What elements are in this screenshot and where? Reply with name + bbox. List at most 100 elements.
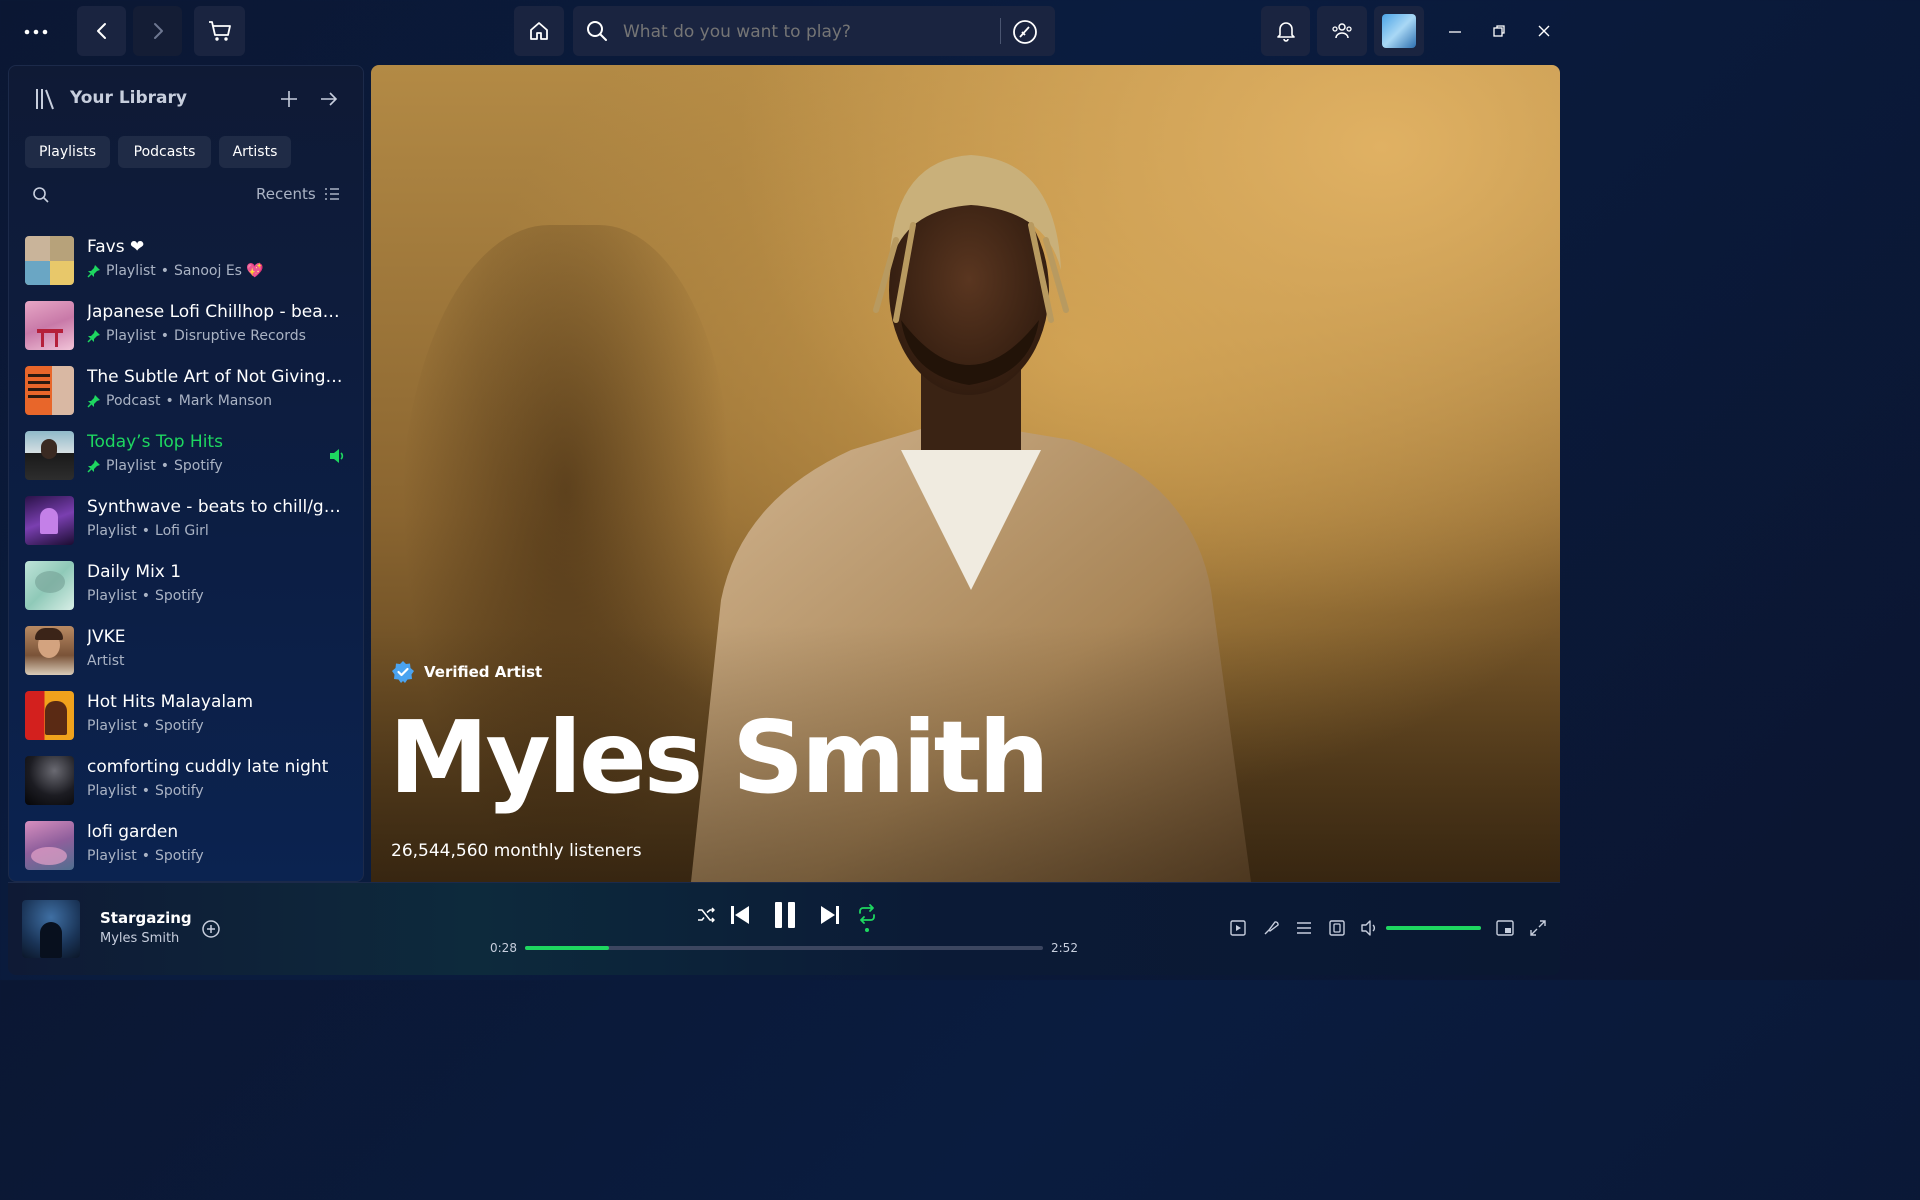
cover-image <box>25 496 74 545</box>
add-to-library-icon[interactable] <box>201 919 221 939</box>
track-title[interactable]: Stargazing <box>100 909 192 927</box>
notifications-button[interactable] <box>1261 6 1310 56</box>
item-subtitle: Playlist • Spotify <box>87 458 223 474</box>
search-icon[interactable] <box>32 186 50 204</box>
verified-icon <box>392 661 414 683</box>
pin-icon <box>87 395 100 408</box>
filter-chip-podcasts[interactable]: Podcasts <box>118 136 211 168</box>
list-item[interactable]: Hot Hits Malayalam Playlist • Spotify <box>25 690 355 742</box>
track-artist[interactable]: Myles Smith <box>100 931 179 946</box>
browse-icon[interactable] <box>1012 19 1038 45</box>
verified-badge: Verified Artist <box>391 660 542 684</box>
pause-button[interactable] <box>770 899 800 931</box>
item-type: Playlist <box>87 588 137 604</box>
pause-icon <box>775 902 795 928</box>
list-item[interactable]: Today’s Top Hits Playlist • Spotify <box>25 430 355 482</box>
now-playing-cover[interactable] <box>22 900 80 958</box>
minimize-icon[interactable] <box>1447 24 1463 40</box>
list-item[interactable]: The Subtle Art of Not Giving a… Podcast •… <box>25 365 355 417</box>
sort-label: Recents <box>256 185 316 203</box>
previous-icon[interactable] <box>728 903 752 927</box>
sort-control[interactable]: Recents <box>256 185 340 203</box>
item-subtitle: Playlist • Spotify <box>87 783 204 799</box>
item-owner: Spotify <box>155 848 204 864</box>
item-type: Playlist <box>106 328 156 344</box>
filter-chip-artists[interactable]: Artists <box>219 136 291 168</box>
list-item[interactable]: comforting cuddly late night Playlist • S… <box>25 755 355 807</box>
arrow-right-icon[interactable] <box>319 89 339 109</box>
item-title: The Subtle Art of Not Giving a… <box>87 367 345 387</box>
cart-icon <box>208 21 231 41</box>
cover-image <box>25 431 74 480</box>
list-item[interactable]: Japanese Lofi Chillhop - bea… Playlist • … <box>25 300 355 352</box>
item-subtitle: Playlist • Lofi Girl <box>87 523 209 539</box>
item-type: Artist <box>87 653 125 669</box>
pin-icon <box>87 460 100 473</box>
filter-chip-playlists[interactable]: Playlists <box>25 136 110 168</box>
fullscreen-icon[interactable] <box>1529 919 1547 937</box>
list-item[interactable]: Daily Mix 1 Playlist • Spotify <box>25 560 355 612</box>
item-subtitle: Artist <box>87 653 125 669</box>
library-icon[interactable] <box>33 86 59 112</box>
item-owner: Lofi Girl <box>155 523 209 539</box>
miniplayer-icon[interactable] <box>1496 919 1514 937</box>
artist-image <box>25 626 74 675</box>
item-subtitle: Podcast • Mark Manson <box>87 393 272 409</box>
monthly-listeners: 26,544,560 monthly listeners <box>391 841 642 861</box>
cover-image <box>25 236 74 285</box>
list-icon <box>324 188 339 200</box>
item-owner: Disruptive Records <box>174 328 306 344</box>
item-subtitle: Playlist • Sanooj Es 💖 <box>87 263 264 279</box>
home-icon <box>530 22 548 40</box>
shuffle-icon[interactable] <box>696 905 716 925</box>
restore-icon[interactable] <box>1491 23 1507 39</box>
now-playing-view-icon[interactable] <box>1229 919 1247 937</box>
bell-icon <box>1276 22 1295 42</box>
list-item[interactable]: Favs ❤ Playlist • Sanooj Es 💖 <box>25 235 355 287</box>
item-title: Favs ❤ <box>87 237 145 257</box>
connect-device-icon[interactable] <box>1328 919 1346 937</box>
item-owner: Sanooj Es 💖 <box>174 263 264 279</box>
plus-icon[interactable] <box>279 89 299 109</box>
item-title: Hot Hits Malayalam <box>87 692 254 712</box>
item-title: Daily Mix 1 <box>87 562 182 582</box>
cover-image <box>25 366 74 415</box>
volume-icon[interactable] <box>1360 919 1380 937</box>
item-title: comforting cuddly late night <box>87 757 329 777</box>
list-item[interactable]: lofi garden Playlist • Spotify <box>25 820 355 872</box>
library-title[interactable]: Your Library <box>70 88 187 108</box>
item-type: Playlist <box>87 783 137 799</box>
now-playing-speaker-icon <box>330 449 344 463</box>
forward-button[interactable] <box>133 6 182 56</box>
close-icon[interactable] <box>1536 23 1552 39</box>
home-button[interactable] <box>514 6 564 56</box>
profile-button[interactable] <box>1374 6 1424 56</box>
item-type: Playlist <box>106 458 156 474</box>
artist-name: Myles Smith <box>389 699 1050 816</box>
elapsed-time: 0:28 <box>490 941 517 955</box>
cart-button[interactable] <box>194 6 245 56</box>
friend-activity-button[interactable] <box>1317 6 1367 56</box>
progress-fill <box>525 946 610 950</box>
cover-image <box>25 301 74 350</box>
progress-bar[interactable] <box>525 946 1043 950</box>
search-bar[interactable] <box>573 6 1055 56</box>
more-options-icon[interactable] <box>22 22 50 42</box>
item-type: Playlist <box>87 718 137 734</box>
cover-image <box>25 561 74 610</box>
repeat-button[interactable] <box>856 903 878 933</box>
volume-slider[interactable] <box>1386 926 1481 930</box>
friends-icon <box>1332 23 1352 39</box>
now-playing-bar: Stargazing Myles Smith 0:28 2:52 <box>8 882 1560 975</box>
back-button[interactable] <box>77 6 126 56</box>
lyrics-icon[interactable] <box>1262 919 1280 937</box>
search-input[interactable] <box>621 16 995 48</box>
queue-icon[interactable] <box>1295 919 1313 937</box>
list-item[interactable]: Synthwave - beats to chill/g… Playlist • … <box>25 495 355 547</box>
item-type: Podcast <box>106 393 161 409</box>
item-owner: Spotify <box>155 783 204 799</box>
next-icon[interactable] <box>818 903 842 927</box>
list-item[interactable]: JVKE Artist <box>25 625 355 677</box>
search-icon <box>587 21 607 41</box>
artist-header: Verified Artist Myles Smith 26,544,560 m… <box>371 65 1560 882</box>
